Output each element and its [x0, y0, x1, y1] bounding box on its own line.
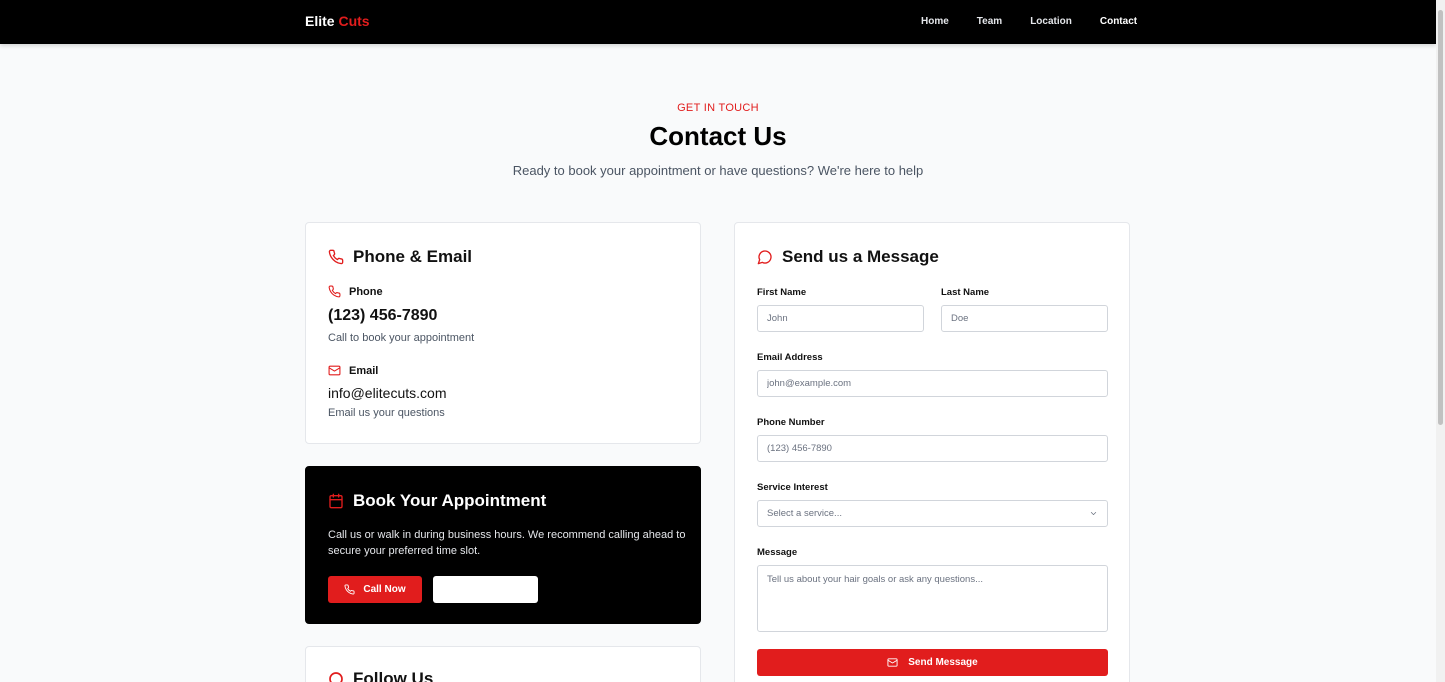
calendar-icon [329, 493, 343, 509]
send-message-label: Send Message [908, 657, 978, 668]
form-card-title: Send us a Message [782, 247, 939, 266]
email-label-text: Email [349, 364, 379, 377]
social-icon [329, 672, 343, 682]
nav-link-home[interactable]: Home [921, 16, 949, 27]
contact-form-card: Send us a Message First Name Last Name E… [734, 222, 1130, 682]
phone-number[interactable]: (123) 456-7890 [328, 307, 437, 325]
email-address-label: Email Address [757, 352, 823, 363]
brand-logo[interactable]: Elite Cuts [305, 13, 370, 29]
follow-card-title: Follow Us [353, 669, 434, 682]
page-scrollbar[interactable] [1436, 0, 1445, 682]
chevron-down-icon [1090, 512, 1097, 515]
nav-link-team[interactable]: Team [977, 16, 1002, 27]
message-circle-icon [757, 250, 772, 265]
phone-label-text: Phone [349, 285, 383, 298]
booking-card-heading: Book Your Appointment [328, 491, 546, 511]
follow-card: Follow Us [305, 646, 701, 682]
page-title: Contact Us [649, 121, 787, 151]
first-name-label: First Name [757, 287, 807, 298]
contact-info-card: Phone & Email Phone (123) 456-7890 Call … [305, 222, 701, 444]
mail-icon [887, 658, 898, 667]
nav-link-contact[interactable]: Contact [1100, 16, 1137, 27]
email-address[interactable]: info@elitecuts.com [328, 385, 446, 401]
section-eyebrow: GET IN TOUCH [677, 102, 759, 114]
call-now-label: Call Now [363, 584, 406, 595]
booking-card-title: Book Your Appointment [353, 491, 547, 510]
message-label: Message [757, 547, 798, 558]
booking-card: Book Your Appointment Call us or walk in… [305, 466, 701, 624]
phone-label: Phone [328, 285, 383, 298]
contact-card-title: Phone & Email [353, 247, 473, 266]
form-card-heading: Send us a Message [757, 247, 939, 267]
brand-accent: Cuts [338, 13, 370, 29]
nav-links: Home Team Location Contact [921, 16, 1165, 27]
call-now-button[interactable]: Call Now [328, 576, 422, 603]
phone-note: Call to book your appointment [328, 332, 475, 344]
booking-description: Call us or walk in during business hours… [328, 529, 686, 557]
follow-card-heading: Follow Us [328, 669, 433, 682]
first-name-input[interactable] [757, 305, 924, 332]
brand-name: Elite [305, 13, 335, 29]
contact-card-heading: Phone & Email [328, 247, 472, 267]
service-select[interactable]: Select a service... [757, 500, 1108, 527]
email-label: Email [328, 364, 378, 377]
service-interest-label: Service Interest [757, 482, 828, 493]
phone-number-label: Phone Number [757, 417, 825, 428]
email-note: Email us your questions [328, 407, 445, 419]
message-textarea[interactable] [757, 565, 1108, 632]
last-name-label: Last Name [941, 287, 990, 298]
phone-icon [328, 285, 341, 298]
page-subtitle: Ready to book your appointment or have q… [512, 163, 924, 178]
phone-icon [344, 584, 355, 595]
last-name-input[interactable] [941, 305, 1108, 332]
phone-number-input[interactable] [757, 435, 1108, 462]
email-address-input[interactable] [757, 370, 1108, 397]
nav-link-location[interactable]: Location [1030, 16, 1072, 27]
secondary-booking-button[interactable] [433, 576, 538, 603]
phone-icon [328, 249, 344, 265]
service-select-value: Select a service... [767, 508, 842, 519]
mail-icon [328, 365, 341, 376]
top-navbar: Elite Cuts Home Team Location Contact [0, 0, 1436, 44]
scrollbar-thumb[interactable] [1438, 10, 1443, 425]
send-message-button[interactable]: Send Message [757, 649, 1108, 676]
